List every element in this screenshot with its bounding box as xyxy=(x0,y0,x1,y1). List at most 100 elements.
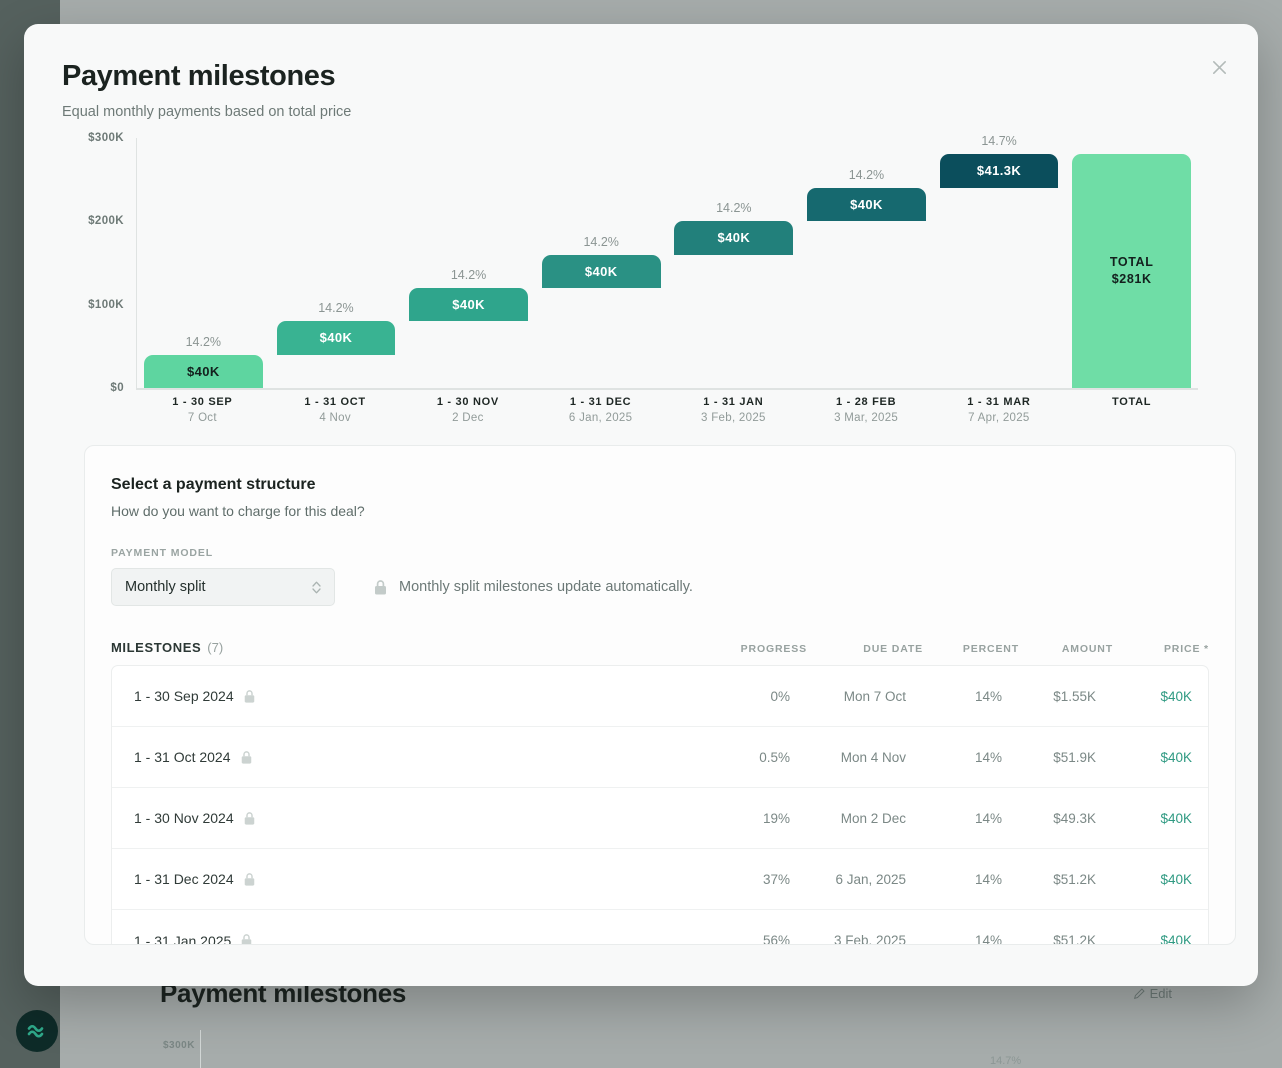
milestone-price[interactable]: $40K xyxy=(1096,750,1192,765)
milestone-price[interactable]: $40K xyxy=(1096,933,1192,944)
close-icon xyxy=(1212,60,1226,74)
milestone-name: 1 - 31 Dec 2024 xyxy=(134,871,234,887)
x-axis-period: 1 - 30 SEP xyxy=(172,396,233,408)
x-axis-label: 1 - 31 JAN 3 Feb, 2025 xyxy=(667,396,800,424)
bar-value-label: $40K xyxy=(186,363,220,379)
milestone-name: 1 - 31 Oct 2024 xyxy=(134,749,231,765)
chart-bar[interactable]: $40K xyxy=(143,354,263,388)
milestone-name: 1 - 30 Sep 2024 xyxy=(134,688,234,704)
auto-update-note: Monthly split milestones update automati… xyxy=(373,579,693,596)
background-edit-button[interactable]: Edit xyxy=(1133,986,1172,1001)
lock-icon xyxy=(242,934,252,944)
lock-icon xyxy=(241,750,251,764)
milestone-percent: 14% xyxy=(974,933,1002,945)
x-axis-period: TOTAL xyxy=(1112,396,1152,408)
milestone-amount: $51.2K xyxy=(1053,871,1096,887)
x-axis-date: 6 Jan, 2025 xyxy=(568,412,633,424)
modal-header: Payment milestones Equal monthly payment… xyxy=(24,24,1258,120)
milestone-progress: 37% xyxy=(762,871,790,887)
x-axis-period: 1 - 28 FEB xyxy=(836,396,897,408)
structure-subtitle: How do you want to charge for this deal? xyxy=(111,503,365,519)
payment-model-value: Monthly split xyxy=(125,579,206,595)
x-axis-date: 7 Apr, 2025 xyxy=(968,412,1030,424)
milestone-percent: 14% xyxy=(974,871,1002,887)
x-axis-label: TOTAL xyxy=(1065,396,1198,412)
milestone-price[interactable]: $40K xyxy=(1096,689,1192,704)
chart-plot-area: 14.2% $40K 14.2% $40K 14.2% $40K 14.2% $40K 14.2… xyxy=(136,134,1198,388)
x-axis-label: 1 - 28 FEB 3 Mar, 2025 xyxy=(800,396,933,424)
x-axis-period: 1 - 30 NOV xyxy=(436,396,499,408)
background-percent-label: 14.7% xyxy=(990,1055,1022,1067)
table-row[interactable]: 1 - 31 Jan 2025 56% 3 Feb, 2025 14% $51.2K $4… xyxy=(112,910,1208,945)
chart-baseline xyxy=(136,388,1198,390)
milestones-table-header: MILESTONES (7) PROGRESS DUE DATE PERCENT… xyxy=(85,640,1235,665)
milestone-progress: 0.5% xyxy=(759,749,790,765)
chart-y-axis: $0 $100K $200K $300K xyxy=(24,132,136,394)
x-axis-period: 1 - 31 MAR xyxy=(967,396,1031,408)
x-axis-date: 4 Nov xyxy=(319,412,351,424)
x-axis-date: 2 Dec xyxy=(452,412,484,424)
y-axis-tick: $300K xyxy=(88,132,124,144)
chart-bar[interactable]: $40K xyxy=(674,221,794,255)
x-axis-label: 1 - 30 NOV 2 Dec xyxy=(402,396,535,424)
bar-percent-label: 14.2% xyxy=(583,234,619,249)
milestone-name: 1 - 30 Nov 2024 xyxy=(134,810,234,826)
bar-value-label: $41.3K xyxy=(976,163,1022,179)
milestone-name: 1 - 31 Jan 2025 xyxy=(134,932,232,945)
milestone-due-date: Mon 7 Oct xyxy=(843,688,906,704)
milestones-heading: MILESTONES xyxy=(111,640,202,655)
milestone-due-date: 3 Feb, 2025 xyxy=(833,933,906,945)
chart-bar[interactable]: $40K xyxy=(276,321,396,355)
milestone-price[interactable]: $40K xyxy=(1096,811,1192,826)
x-axis-label: 1 - 31 MAR 7 Apr, 2025 xyxy=(933,396,1066,424)
bar-value-label: $40K xyxy=(584,263,618,279)
table-row[interactable]: 1 - 30 Nov 2024 19% Mon 2 Dec 14% $49.3K $40K xyxy=(112,788,1208,849)
bar-percent-label: 14.2% xyxy=(848,168,885,182)
chart-bar[interactable]: $40K xyxy=(409,288,528,322)
milestones-count: (7) xyxy=(207,640,224,655)
app-logo xyxy=(16,1010,58,1052)
table-row[interactable]: 1 - 31 Dec 2024 37% 6 Jan, 2025 14% $51.2K $4… xyxy=(112,849,1208,910)
table-row[interactable]: 1 - 31 Oct 2024 0.5% Mon 4 Nov 14% $51.9K $40… xyxy=(112,727,1208,788)
bar-value-label: $40K xyxy=(717,230,751,246)
payment-structure-card: Select a payment structure How do you wa… xyxy=(84,445,1236,945)
bar-percent-label: 14.2% xyxy=(185,334,222,349)
y-axis-tick: $200K xyxy=(88,215,124,228)
x-axis-label: 1 - 30 SEP 7 Oct xyxy=(136,396,269,424)
milestone-amount: $49.3K xyxy=(1053,810,1096,826)
background-axis-label: $300K xyxy=(163,1040,195,1051)
bar-percent-label: 14.7% xyxy=(981,133,1017,148)
column-header-due-date: DUE DATE xyxy=(863,643,923,655)
milestone-amount: $1.55K xyxy=(1053,688,1096,704)
pencil-icon xyxy=(1133,988,1145,999)
lock-icon xyxy=(375,579,386,594)
column-header-progress: PROGRESS xyxy=(740,643,807,655)
payment-model-row: Monthly split Monthly split milestones u… xyxy=(111,568,1209,606)
close-button[interactable] xyxy=(1202,50,1236,84)
lock-icon xyxy=(244,872,254,886)
chart-bar[interactable]: $40K xyxy=(807,188,926,222)
table-row[interactable]: 1 - 30 Sep 2024 0% Mon 7 Oct 14% $1.55K $40K xyxy=(112,666,1208,727)
payment-model-select[interactable]: Monthly split xyxy=(111,568,335,606)
milestone-progress: 56% xyxy=(762,933,790,945)
chart-total-bar[interactable]: TOTAL $281K xyxy=(1072,153,1192,388)
background-axis-line xyxy=(200,1030,201,1068)
milestone-progress: 19% xyxy=(762,810,790,826)
milestone-percent: 14% xyxy=(974,688,1002,704)
milestone-amount: $51.9K xyxy=(1053,749,1096,765)
x-axis-period: 1 - 31 OCT xyxy=(304,396,366,408)
x-axis-period: 1 - 31 DEC xyxy=(569,396,632,408)
bar-value-label: $40K xyxy=(319,330,353,346)
chart-bar[interactable]: $40K xyxy=(541,254,661,288)
milestone-price[interactable]: $40K xyxy=(1096,872,1192,887)
bar-value-label: $40K xyxy=(850,197,883,213)
chart-bar[interactable]: $41.3K xyxy=(939,153,1059,188)
x-axis-label: 1 - 31 OCT 4 Nov xyxy=(269,396,402,424)
milestone-due-date: Mon 4 Nov xyxy=(840,749,906,765)
background-edit-label: Edit xyxy=(1149,986,1172,1001)
bar-percent-label: 14.2% xyxy=(318,301,354,316)
milestone-due-date: 6 Jan, 2025 xyxy=(835,871,906,887)
x-axis-period: 1 - 31 JAN xyxy=(703,396,764,408)
milestones-table-body: 1 - 30 Sep 2024 0% Mon 7 Oct 14% $1.55K $40K 1… xyxy=(111,665,1209,945)
lock-icon xyxy=(244,811,254,825)
